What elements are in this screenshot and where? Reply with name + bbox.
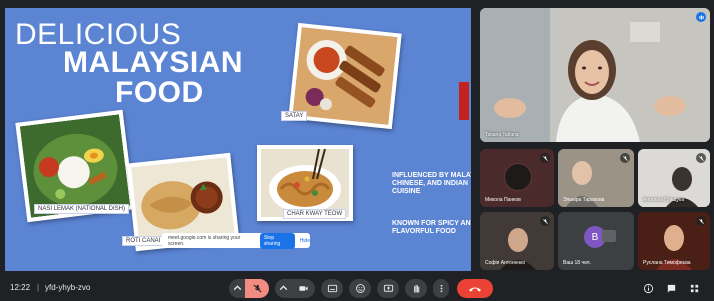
emoji-reaction-button[interactable] xyxy=(349,279,371,298)
info-icon xyxy=(643,283,653,294)
mic-toggle-button[interactable] xyxy=(245,279,269,298)
camera-options-button[interactable] xyxy=(275,279,291,298)
mic-off-icon xyxy=(696,153,706,163)
participant-name: Руслана Тимофеєва xyxy=(643,260,691,266)
hide-button[interactable]: Hide xyxy=(300,238,310,244)
clock: 12:22 xyxy=(10,283,31,292)
mic-off-icon xyxy=(620,153,630,163)
participant-name: Эльвіра Тарахова xyxy=(563,197,605,203)
participant-name: Ангеліна Грищука xyxy=(643,197,685,203)
participant-tile-6[interactable]: Руслана Тимофеєва xyxy=(638,212,710,270)
activities-button[interactable] xyxy=(686,279,702,298)
participant-name: Софія Антоненко xyxy=(485,260,526,266)
main-speaker-name: Tatiana Tatiana xyxy=(485,132,519,138)
more-vert-icon xyxy=(440,284,442,293)
share-message: meet.google.com is sharing your screen. xyxy=(168,234,241,247)
screen-share-notice: meet.google.com is sharing your screen. … xyxy=(162,232,310,249)
captions-icon xyxy=(327,284,337,293)
participant-tile-1[interactable]: Микола Панков xyxy=(480,149,554,207)
participant-name: Микола Панков xyxy=(485,197,521,203)
shared-presentation: DELICIOUS MALAYSIAN FOOD SATAY NASI LEMA… xyxy=(5,8,471,271)
raise-hand-button[interactable] xyxy=(405,279,427,298)
mic-off-icon xyxy=(540,153,550,163)
group-icon xyxy=(602,230,616,242)
separator: | xyxy=(37,283,40,292)
speaker-video xyxy=(480,8,710,142)
raise-hand-icon xyxy=(413,284,419,293)
chevron-up-icon xyxy=(279,285,287,291)
mic-off-icon xyxy=(696,216,706,226)
main-speaker-tile[interactable]: Tatiana Tatiana xyxy=(480,8,710,142)
caption-nasi-lemak: NASI LEMAK (NATIONAL DISH) xyxy=(34,204,130,214)
meeting-info-button[interactable] xyxy=(640,279,656,298)
chat-button[interactable] xyxy=(663,279,679,298)
more-options-button[interactable] xyxy=(433,279,449,298)
mic-off-icon xyxy=(540,216,550,226)
participant-name: Ваш 18 чел. xyxy=(563,260,591,266)
participant-tile-4[interactable]: Софія Антоненко xyxy=(480,212,554,270)
caption-roti-canai: ROTI CANAI xyxy=(122,236,165,246)
emoji-icon xyxy=(355,284,365,293)
meeting-code: yfd-yhyb-zvo xyxy=(45,283,91,292)
camera-toggle-button[interactable] xyxy=(291,279,315,298)
caption-char-kway-teow: CHAR KWAY TEOW xyxy=(283,209,347,219)
presentation-side-tab[interactable] xyxy=(459,82,469,120)
present-screen-icon xyxy=(383,284,393,292)
leave-call-button[interactable] xyxy=(457,279,493,298)
avatar xyxy=(504,163,532,191)
chevron-up-icon xyxy=(233,285,241,291)
known-for-text: KNOWN FOR SPICY AND FLAVORFUL FOOD xyxy=(392,220,471,236)
hang-up-icon xyxy=(469,287,481,291)
influence-text: INFLUENCED BY MALAY, CHINESE, AND INDIAN… xyxy=(392,172,471,196)
participant-tile-2[interactable]: Эльвіра Тарахова xyxy=(558,149,634,207)
stop-sharing-button[interactable]: Stop sharing xyxy=(259,232,295,249)
participant-tile-5[interactable]: В Ваш 18 чел. xyxy=(558,212,634,270)
apps-grid-icon xyxy=(690,284,698,293)
mic-options-button[interactable] xyxy=(229,279,245,298)
video-camera-icon xyxy=(298,286,308,291)
slide-title-line2: MALAYSIAN xyxy=(63,46,244,79)
chat-icon xyxy=(667,284,675,293)
slide-title-line3: FOOD xyxy=(115,76,204,109)
caption-satay: SATAY xyxy=(281,111,308,121)
present-screen-button[interactable] xyxy=(377,279,399,298)
speaking-indicator-icon xyxy=(696,12,706,22)
mic-off-icon xyxy=(252,284,262,293)
participant-tile-3[interactable]: Ангеліна Грищука xyxy=(638,149,710,207)
captions-button[interactable] xyxy=(321,279,343,298)
